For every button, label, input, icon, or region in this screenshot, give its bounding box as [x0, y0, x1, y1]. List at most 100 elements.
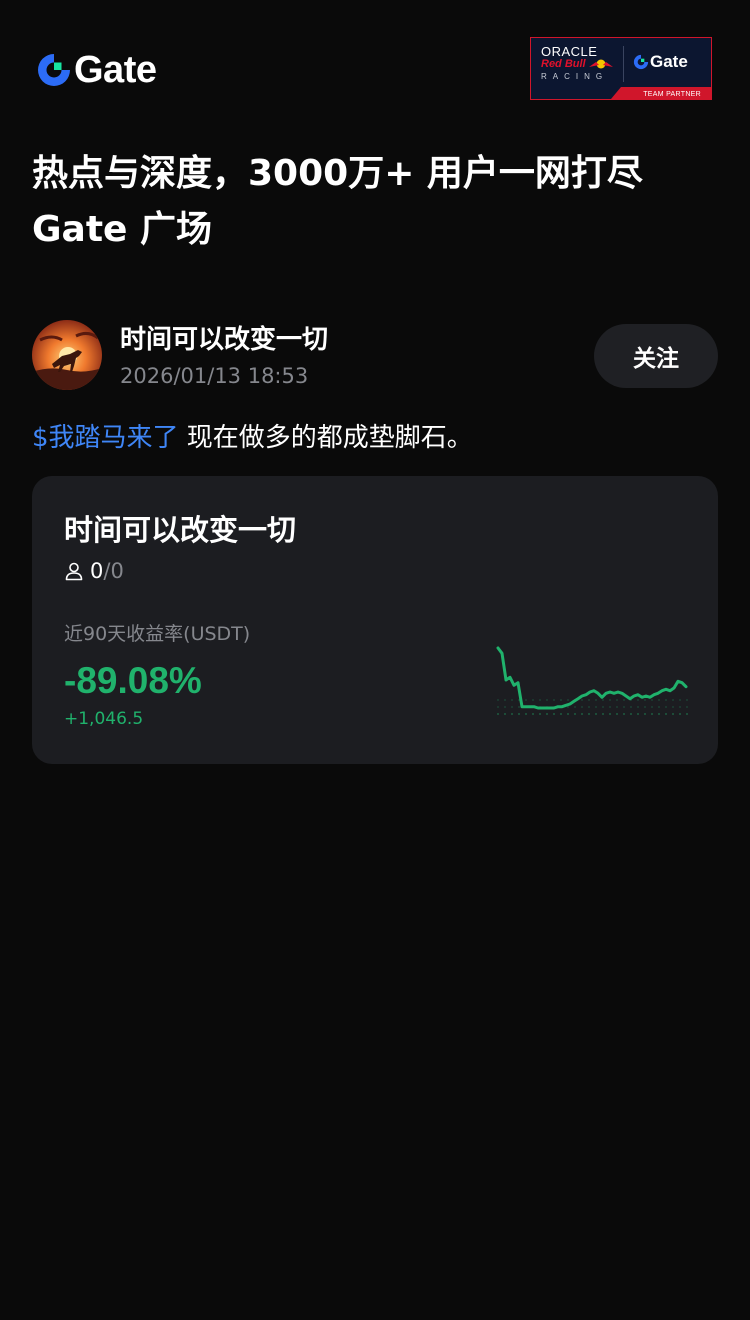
sparkline-grid-dot	[602, 706, 604, 708]
brand-name: Gate	[74, 49, 157, 91]
sparkline-grid-dot	[686, 706, 688, 708]
post-timestamp: 2026/01/13 18:53	[120, 364, 309, 388]
gate-logo[interactable]: Gate	[36, 49, 157, 91]
sparkline-grid-dot	[616, 699, 618, 701]
sparkline-grid-dot	[546, 699, 548, 701]
sparkline-grid-dot	[560, 699, 562, 701]
racing-wordmark: RACING	[541, 72, 609, 81]
sparkline-grid-dot	[616, 713, 618, 715]
headline-line-1: 热点与深度，3000万+ 用户一网打尽	[32, 153, 643, 194]
sparkline-grid-dot	[567, 699, 569, 701]
page-headline: 热点与深度，3000万+ 用户一网打尽 Gate 广场	[32, 146, 722, 258]
oracle-wordmark: ORACLE	[541, 44, 598, 59]
follow-button[interactable]: 关注	[594, 324, 718, 388]
sparkline-grid-dot	[574, 713, 576, 715]
sparkline-grid-dot	[679, 713, 681, 715]
sparkline-grid-dot	[539, 699, 541, 701]
followers-current: 0	[90, 559, 104, 583]
partner-gate-logo: Gate	[633, 52, 688, 72]
sparkline-grid-dot	[581, 713, 583, 715]
post-content: $我踏马来了 现在做多的都成垫脚石。	[32, 418, 722, 458]
sparkline-grid-dot	[497, 706, 499, 708]
sparkline-grid-dot	[609, 699, 611, 701]
sparkline-grid-dot	[553, 713, 555, 715]
sparkline-grid-dot	[679, 706, 681, 708]
sparkline-grid-dot	[511, 699, 513, 701]
pnl-value: +1,046.5	[64, 709, 144, 729]
sparkline-grid-dot	[504, 706, 506, 708]
partner-gate-text: Gate	[650, 52, 688, 71]
sparkline-grid-dot	[637, 706, 639, 708]
sparkline-grid-dot	[595, 699, 597, 701]
sparkline-grid-dot	[539, 713, 541, 715]
sparkline-grid-dot	[504, 699, 506, 701]
sparkline-grid-dot	[518, 713, 520, 715]
sparkline-grid-dot	[658, 706, 660, 708]
sparkline-grid-dot	[567, 713, 569, 715]
sparkline-grid-dot	[630, 706, 632, 708]
sparkline-grid-dot	[602, 713, 604, 715]
card-followers: 0/0	[64, 556, 124, 586]
horse-sunset-avatar-icon	[32, 320, 102, 390]
return-value: -89.08%	[64, 660, 202, 701]
sparkline-grid-dot	[651, 713, 653, 715]
sparkline-grid-dot	[644, 706, 646, 708]
redbull-wordmark: Red Bull	[541, 58, 586, 70]
sparkline-grid-dot	[665, 706, 667, 708]
sparkline-grid-dot	[637, 699, 639, 701]
sparkline-grid-dot	[525, 699, 527, 701]
sparkline-grid-dot	[588, 706, 590, 708]
partner-gate-icon	[633, 54, 649, 70]
sparkline-grid-dot	[497, 713, 499, 715]
gate-logo-icon	[38, 54, 70, 86]
redbull-bulls-icon	[589, 59, 613, 69]
sparkline-grid-dot	[609, 713, 611, 715]
sparkline-grid-dot	[644, 699, 646, 701]
sparkline-grid-dot	[623, 713, 625, 715]
sparkline-grid-dot	[581, 706, 583, 708]
return-sparkline	[496, 646, 688, 715]
followers-max: /0	[103, 559, 124, 583]
sparkline-grid-dot	[623, 706, 625, 708]
sparkline-grid-dot	[581, 699, 583, 701]
sparkline-grid-dot	[665, 713, 667, 715]
sparkline-grid-dot	[595, 713, 597, 715]
sparkline-grid-dot	[651, 706, 653, 708]
sparkline-grid-dot	[623, 699, 625, 701]
return-label: 近90天收益率(USDT)	[64, 623, 251, 645]
sparkline-grid-dot	[602, 699, 604, 701]
sparkline-grid-dot	[651, 699, 653, 701]
team-partner-text: TEAM PARTNER	[643, 91, 701, 98]
coin-tag-link[interactable]: $我踏马来了	[32, 423, 179, 453]
user-icon	[65, 562, 83, 581]
trader-card[interactable]: 时间可以改变一切 0/0 近90天收益率(USDT) -89.08% +1,04…	[32, 476, 718, 764]
sparkline-grid-dot	[609, 706, 611, 708]
sparkline-grid-dot	[595, 706, 597, 708]
sparkline-grid-dot	[518, 706, 520, 708]
sparkline-grid-dot	[532, 699, 534, 701]
card-title: 时间可以改变一切	[64, 513, 297, 547]
avatar[interactable]	[32, 320, 102, 390]
sparkline-grid-dot	[672, 699, 674, 701]
sparkline-grid-dot	[511, 706, 513, 708]
sparkline-grid-dot	[560, 713, 562, 715]
sparkline-grid-dot	[630, 713, 632, 715]
headline-line-2: Gate 广场	[32, 209, 213, 250]
sparkline-grid-dot	[546, 713, 548, 715]
sparkline-grid-dot	[637, 713, 639, 715]
author-name[interactable]: 时间可以改变一切	[120, 322, 328, 358]
sparkline-grid-dot	[679, 699, 681, 701]
sparkline-grid-dot	[616, 706, 618, 708]
sparkline-grid-dot	[672, 706, 674, 708]
badge-divider	[623, 46, 624, 82]
sparkline-grid-dot	[504, 713, 506, 715]
sparkline-grid-dot	[686, 699, 688, 701]
sparkline-grid-dot	[525, 713, 527, 715]
team-partner-badge: ORACLE Red Bull RACING Gate TEAM PARTNER	[530, 37, 712, 100]
sparkline-grid-dot	[665, 699, 667, 701]
sparkline-grid-dot	[644, 713, 646, 715]
sparkline-grid-dot	[574, 706, 576, 708]
sparkline-grid-dot	[686, 713, 688, 715]
sparkline-series-line	[496, 646, 688, 710]
post-body-text: 现在做多的都成垫脚石。	[178, 423, 473, 453]
